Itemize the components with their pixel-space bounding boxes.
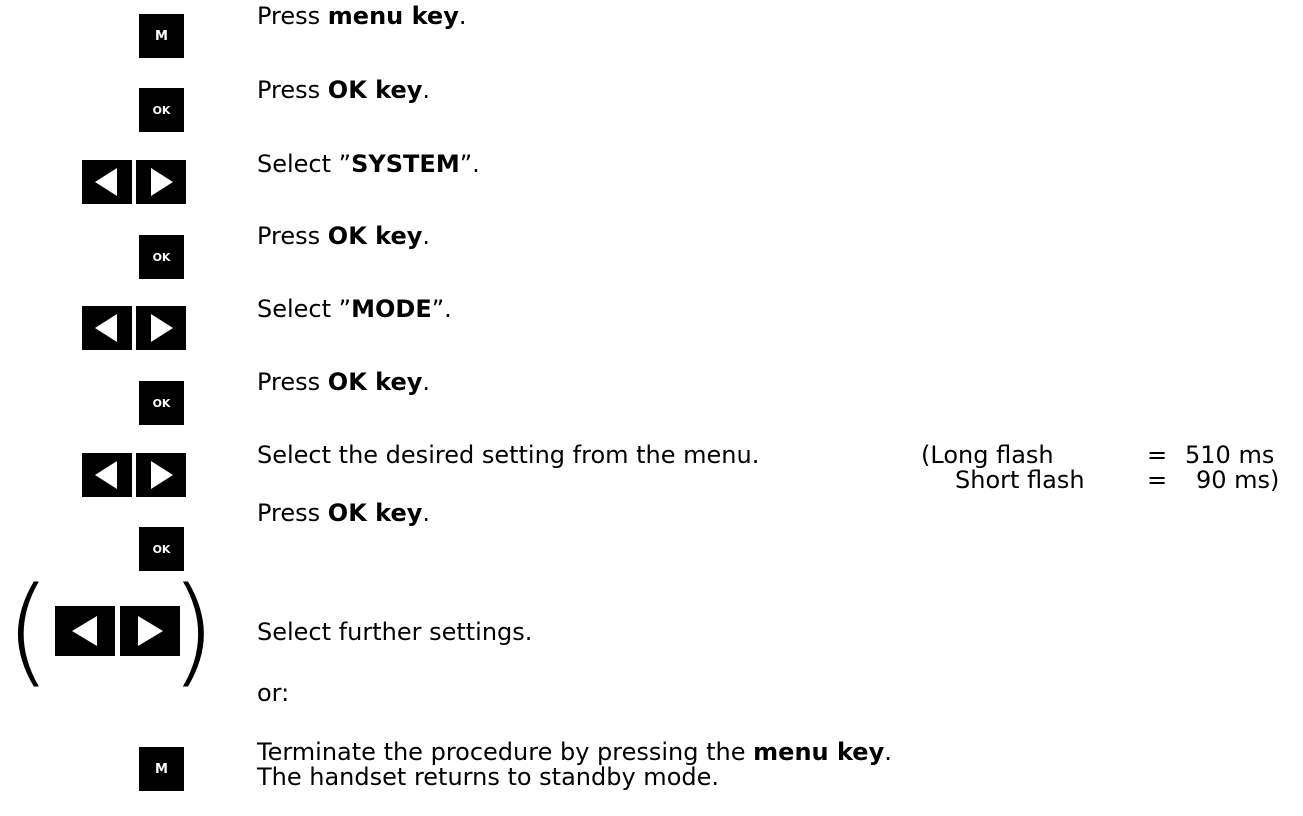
long-flash-value: 510 ms [1185,441,1275,469]
right-arrow-key-icon [136,160,186,204]
left-arrow-key-icon [82,160,132,204]
short-flash-label: Short flash [955,466,1085,494]
short-flash-equals: = [1147,466,1168,494]
step-1-text: Press menu key. [257,2,467,30]
ok-key-label: OK [152,250,171,264]
step-5-post: ”. [431,295,452,323]
menu-key-label: M [155,28,168,44]
ok-key-label: OK [152,542,171,556]
left-arrow-key-icon [82,453,132,497]
step-4-bold: OK key [327,222,423,250]
step-2-pre: Press [257,76,328,104]
or-text: or: [257,679,290,707]
menu-key-label: M [155,761,168,777]
terminate-post: . [884,738,892,766]
step-6-bold: OK key [327,368,423,396]
menu-key-icon: M [139,747,184,791]
step-6-post: . [422,368,431,396]
right-arrow-key-icon [136,453,186,497]
right-arrow-key-icon [136,306,186,350]
step-2-post: . [422,76,431,104]
long-flash-label: (Long flash [921,441,1054,469]
left-arrow-key-icon [55,606,115,656]
step-3-text: Select ”SYSTEM”. [257,150,480,178]
short-flash-value: 90 ms) [1196,466,1280,494]
left-arrow-key-icon [82,306,132,350]
step-1-post: . [458,2,467,30]
step-2-text: Press OK key. [257,76,430,104]
step-4-text: Press OK key. [257,222,430,250]
step-3-post: ”. [459,150,480,178]
step-5-text: Select ”MODE”. [257,295,452,323]
step-4-pre: Press [257,222,328,250]
terminate-line-1: Terminate the procedure by pressing the … [257,738,892,766]
ok-key-icon: OK [139,235,184,279]
menu-key-icon: M [139,14,184,58]
step-8-post: . [422,499,431,527]
step-3-bold: SYSTEM [351,150,460,178]
step-8-pre: Press [257,499,328,527]
ok-key-icon: OK [139,88,184,132]
optional-step-text: Select further settings. [257,618,533,646]
step-7-pre: Select the desired setting from the menu… [257,441,760,469]
step-1-pre: Press [257,2,328,30]
step-3-pre: Select ” [257,150,352,178]
terminate-bold: menu key [753,738,885,766]
open-paren-icon: ( [5,561,52,699]
step-7-text: Select the desired setting from the menu… [257,441,759,469]
ok-key-label: OK [152,396,171,410]
step-5-pre: Select ” [257,295,352,323]
ok-key-label: OK [152,103,171,117]
close-paren-icon: ) [170,561,217,699]
step-8-text: Press OK key. [257,499,430,527]
terminate-pre: Terminate the procedure by pressing the [257,738,754,766]
step-8-bold: OK key [327,499,423,527]
step-5-bold: MODE [351,295,432,323]
step-2-bold: OK key [327,76,423,104]
terminate-line-2: The handset returns to standby mode. [257,763,719,791]
step-6-pre: Press [257,368,328,396]
step-6-text: Press OK key. [257,368,430,396]
ok-key-icon: OK [139,381,184,425]
step-1-bold: menu key [327,2,459,30]
long-flash-equals: = [1147,441,1168,469]
step-4-post: . [422,222,431,250]
